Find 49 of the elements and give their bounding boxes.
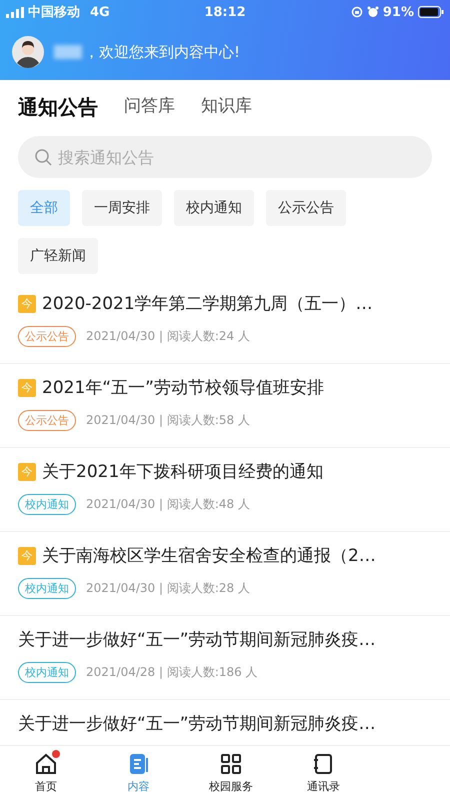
blurred-username	[54, 45, 82, 59]
category-tag: 公示公告	[18, 410, 76, 431]
notice-meta: 2021/04/30 | 阅读人数:24 人	[86, 328, 250, 345]
filter-chip[interactable]: 公示公告	[266, 190, 346, 226]
network-type: 4G	[90, 4, 110, 20]
nav-item[interactable]: 校园服务	[184, 746, 278, 800]
notice-item[interactable]: 今 2020-2021学年第二学期第九周（五一）… 公示公告 2021/04/30 | 阅读人数:24 人	[0, 280, 450, 364]
battery-percent: 91%	[382, 4, 414, 20]
notice-title: 关于南海校区学生宿舍安全检查的通报（2…	[42, 545, 376, 567]
category-tag: 校内通知	[18, 578, 76, 599]
today-badge: 今	[18, 294, 36, 312]
today-badge: 今	[18, 378, 36, 396]
notice-meta: 2021/04/30 | 阅读人数:28 人	[86, 580, 250, 597]
notice-meta: 2021/04/30 | 阅读人数:58 人	[86, 412, 250, 429]
filter-chip[interactable]: 校内通知	[174, 190, 254, 226]
notice-item[interactable]: 今 关于南海校区学生宿舍安全检查的通报（2… 校内通知 2021/04/30 | 阅读人数:28 人	[0, 532, 450, 616]
filter-chip[interactable]: 广轻新闻	[18, 238, 98, 274]
notice-meta: 2021/04/30 | 阅读人数:48 人	[86, 496, 250, 513]
tab[interactable]: 问答库	[124, 94, 175, 126]
notice-title: 2021年“五一”劳动节校领导值班安排	[42, 377, 324, 399]
avatar-icon	[12, 36, 44, 68]
notice-item[interactable]: 今 关于2021年下拨科研项目经费的通知 校内通知 2021/04/30 | 阅读人数:48 人	[0, 448, 450, 532]
tab[interactable]: 通知公告	[18, 94, 98, 126]
notice-title: 关于进一步做好“五一”劳动节期间新冠肺炎疫…	[18, 713, 376, 735]
today-badge: 今	[18, 546, 36, 564]
today-badge: 今	[18, 462, 36, 480]
category-tag: 校内通知	[18, 662, 76, 683]
notice-item[interactable]: 今 2021年“五一”劳动节校领导值班安排 公示公告 2021/04/30 | 阅读人数:58 人	[0, 364, 450, 448]
signal-icon	[6, 6, 24, 18]
nav-item[interactable]: 首页	[0, 746, 92, 800]
nav-item[interactable]: 通讯录	[277, 746, 370, 800]
category-tag: 公示公告	[18, 326, 76, 347]
clock-time: 18:12	[204, 4, 246, 20]
carrier-name: 中国移动	[28, 4, 80, 21]
notice-title: 关于进一步做好“五一”劳动节期间新冠肺炎疫…	[18, 629, 376, 651]
search-field[interactable]: 搜索通知公告	[18, 136, 432, 178]
alarm-icon	[366, 6, 379, 18]
rotation-lock-icon	[350, 6, 363, 18]
filter-chip[interactable]: 一周安排	[82, 190, 162, 226]
battery-icon	[418, 6, 444, 18]
category-tag: 校内通知	[18, 494, 76, 515]
notice-title: 2020-2021学年第二学期第九周（五一）…	[42, 293, 373, 315]
home-icon	[34, 752, 58, 776]
welcome-text: ，欢迎您来到内容中心!	[84, 42, 240, 62]
notice-title: 关于2021年下拨科研项目经费的通知	[42, 461, 324, 483]
notice-item[interactable]: 关于进一步做好“五一”劳动节期间新冠肺炎疫… 校内通知 2021/04/28 | 阅读人数:186 人	[0, 616, 450, 700]
grid-icon	[219, 752, 244, 776]
notice-meta: 2021/04/28 | 阅读人数:186 人	[86, 664, 258, 681]
tab[interactable]: 知识库	[201, 94, 252, 126]
